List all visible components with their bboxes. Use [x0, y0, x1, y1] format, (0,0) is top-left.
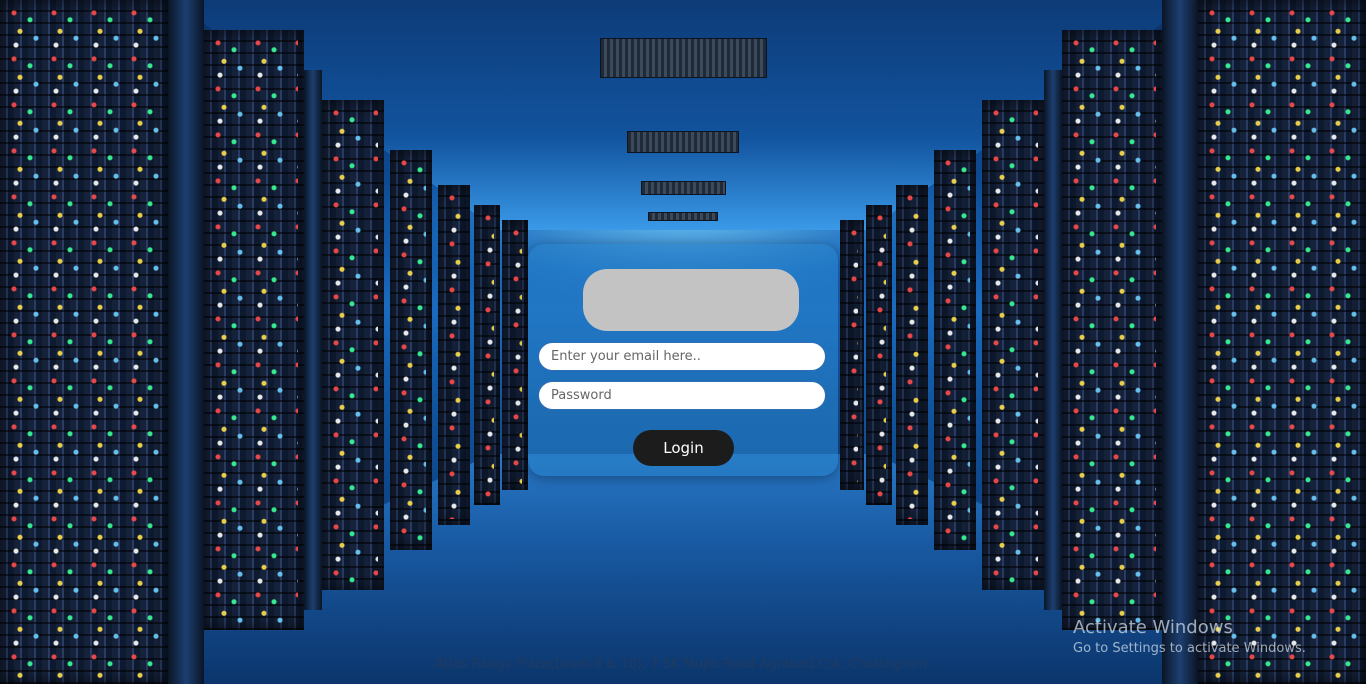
logo-placeholder	[583, 269, 799, 331]
watermark-subtitle: Go to Settings to activate Windows.	[1073, 641, 1306, 656]
server-rack	[896, 185, 928, 525]
server-rack	[1162, 0, 1198, 684]
server-rack	[866, 205, 892, 505]
server-rack	[438, 185, 470, 525]
server-rack	[840, 220, 864, 490]
server-rack	[1062, 30, 1162, 630]
activate-windows-watermark: Activate Windows Go to Settings to activ…	[1073, 617, 1306, 659]
ceiling-vent	[641, 181, 726, 195]
server-rack	[322, 100, 384, 590]
ceiling-vent	[600, 38, 767, 78]
footer-address: Atlas Rangs Plaza(Level-9 & 10), 7 SK Mu…	[435, 657, 931, 672]
login-panel: Login	[528, 244, 838, 476]
server-rack	[304, 70, 322, 610]
server-rack	[0, 0, 168, 684]
ceiling-vent	[648, 212, 718, 221]
server-rack	[168, 0, 204, 684]
server-rack	[502, 220, 528, 490]
ceiling-vent	[627, 131, 739, 153]
server-rack	[390, 150, 432, 550]
server-rack	[204, 30, 304, 630]
server-rack	[1198, 0, 1366, 684]
password-input[interactable]	[538, 381, 826, 410]
server-rack	[982, 100, 1044, 590]
server-rack	[934, 150, 976, 550]
server-rack	[1044, 70, 1062, 610]
login-button[interactable]: Login	[633, 430, 734, 466]
server-rack	[474, 205, 500, 505]
email-input[interactable]	[538, 342, 826, 371]
watermark-title: Activate Windows	[1073, 617, 1233, 638]
